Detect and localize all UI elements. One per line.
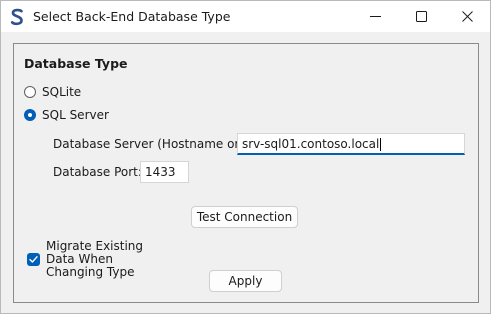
sqlite-label: SQLite: [42, 85, 82, 99]
group-title: Database Type: [24, 56, 128, 71]
server-label: Database Server (Hostname or IP):: [53, 137, 263, 151]
migrate-checkbox[interactable]: [27, 253, 40, 266]
server-input[interactable]: srv-sql01.contoso.local: [237, 133, 465, 155]
maximize-icon: [416, 11, 427, 22]
migrate-label-line-3: Changing Type: [46, 265, 135, 279]
title-bar[interactable]: Select Back-End Database Type: [1, 1, 490, 32]
sqlite-option[interactable]: SQLite: [24, 84, 81, 100]
maximize-button[interactable]: [399, 1, 445, 32]
server-value: srv-sql01.contoso.local: [242, 137, 380, 151]
window-title: Select Back-End Database Type: [33, 9, 231, 24]
test-connection-button[interactable]: Test Connection: [191, 206, 298, 228]
sqlserver-label: SQL Server: [42, 108, 109, 122]
text-caret: [380, 138, 382, 151]
port-value: 1433: [145, 165, 176, 179]
sqlserver-option[interactable]: SQL Server: [24, 107, 109, 123]
database-type-panel: Database Type SQLite SQL Server Database…: [13, 43, 479, 303]
s-logo-icon: [10, 8, 23, 26]
apply-button[interactable]: Apply: [209, 270, 282, 292]
sqlite-radio[interactable]: [24, 86, 36, 98]
sqlserver-radio[interactable]: [24, 109, 36, 121]
dialog-window: Select Back-End Database Type Database T…: [0, 0, 491, 314]
close-button[interactable]: [445, 1, 491, 32]
port-input[interactable]: 1433: [140, 161, 189, 183]
minimize-button[interactable]: [353, 1, 399, 32]
port-label: Database Port:: [53, 165, 142, 179]
migrate-label[interactable]: Migrate Existing Data When Changing Type: [46, 240, 146, 279]
close-icon: [462, 11, 473, 22]
checkmark-icon: [29, 256, 38, 263]
minimize-icon: [370, 16, 381, 17]
